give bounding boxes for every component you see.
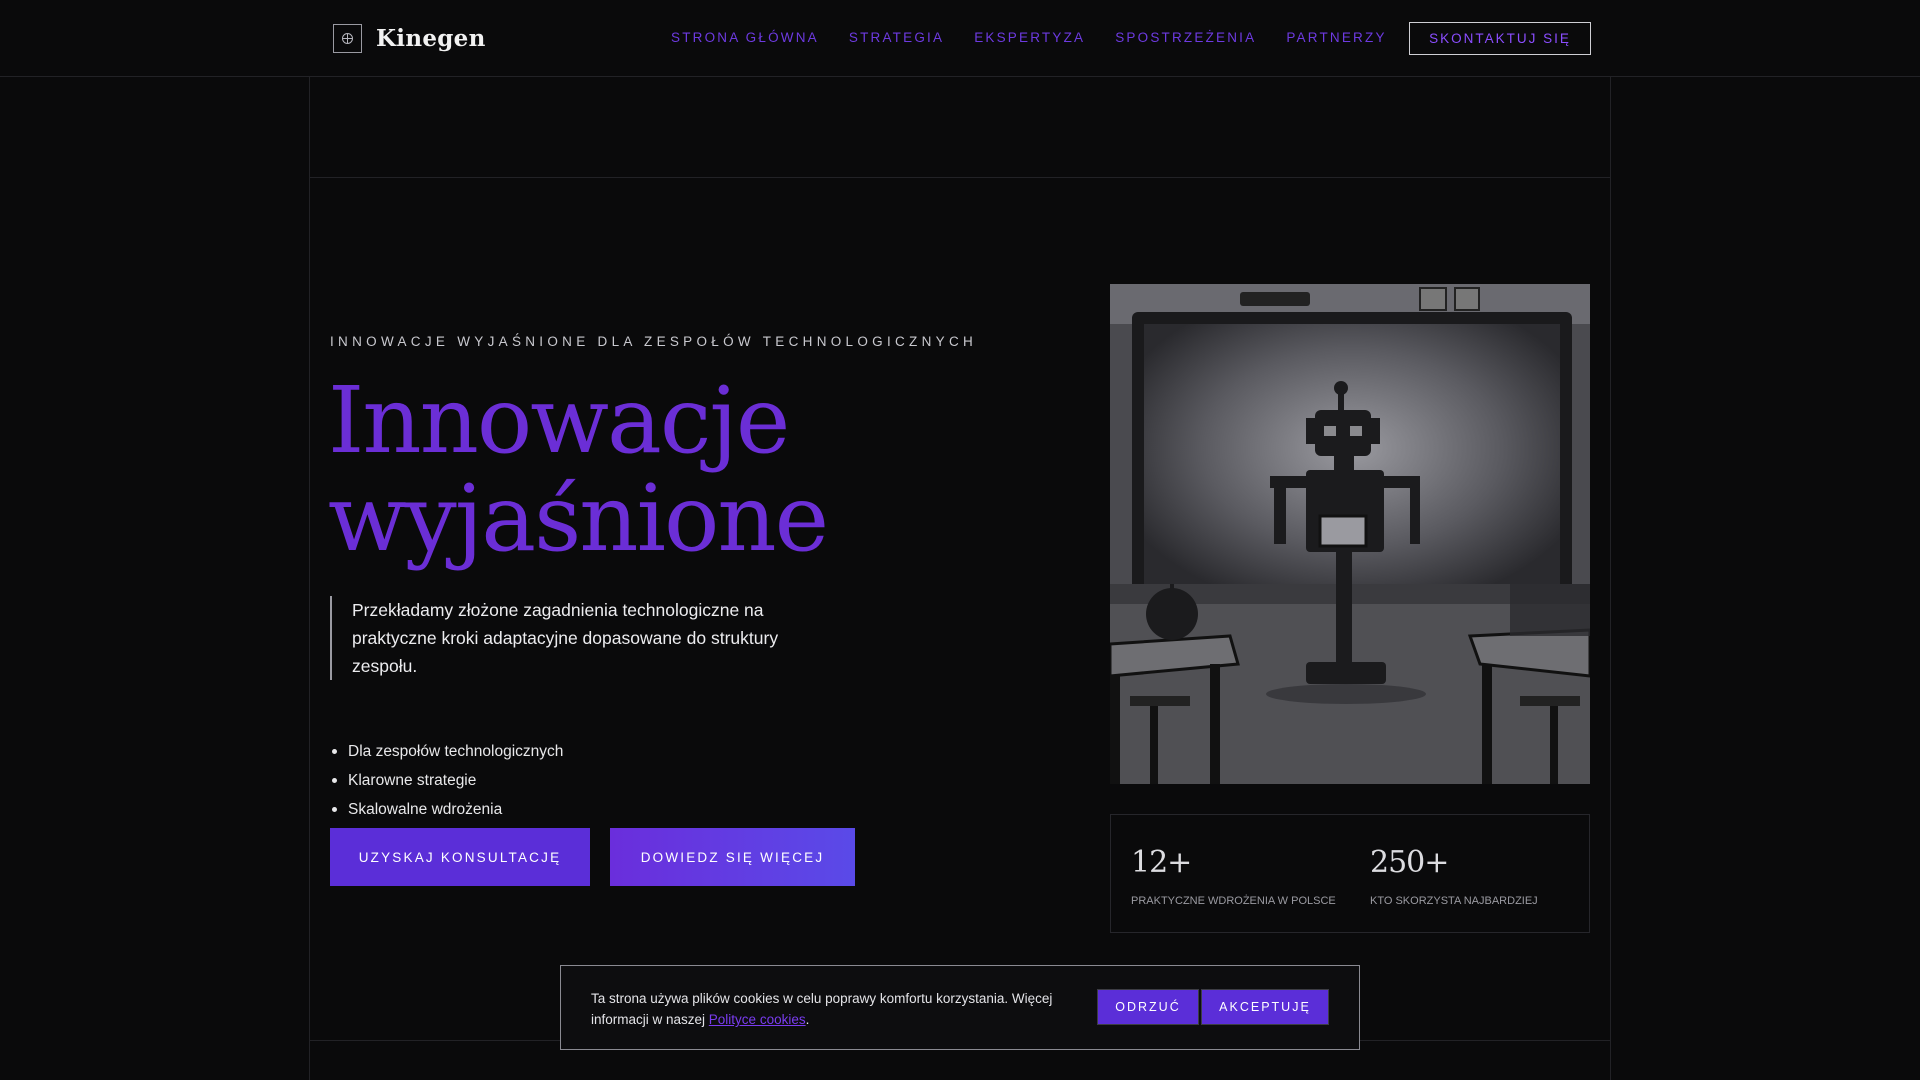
cookie-banner: Ta strona używa plików cookies w celu po… (560, 965, 1360, 1050)
logo-mark-icon (333, 23, 362, 53)
brand-name: Kinegen (376, 24, 486, 52)
cookie-message: Ta strona używa plików cookies w celu po… (591, 988, 1071, 1030)
hero-title: Innowacje wyjaśnione (328, 367, 829, 572)
stat-label: PRAKTYCZNE WDROŻENIA W POLSCE (1131, 895, 1336, 907)
hero-illustration (1110, 284, 1590, 784)
stats-panel: 12+ PRAKTYCZNE WDROŻENIA W POLSCE 250+ K… (1110, 814, 1590, 933)
contact-button[interactable]: SKONTAKTUJ SIĘ (1409, 22, 1591, 55)
consultation-button[interactable]: UZYSKAJ KONSULTACJĘ (330, 828, 590, 886)
stat-label: KTO SKORZYSTA NAJBARDZIEJ (1370, 895, 1538, 907)
nav-expertise[interactable]: EKSPERTYZA (974, 30, 1085, 45)
hero-bullet-list: Dla zespołów technologicznych Klarowne s… (330, 737, 563, 824)
cookie-policy-link[interactable]: Polityce cookies (709, 1012, 806, 1027)
section-divider-top (309, 177, 1611, 178)
list-item: Klarowne strategie (330, 766, 563, 795)
stat-value: 12+ (1131, 845, 1192, 880)
nav-partners[interactable]: PARTNERZY (1286, 30, 1386, 45)
main-nav: STRONA GŁÓWNA STRATEGIA EKSPERTYZA SPOST… (671, 30, 1387, 45)
list-item: Dla zespołów technologicznych (330, 737, 563, 766)
hero-eyebrow: INNOWACJE WYJAŚNIONE DLA ZESPOŁÓW TECHNO… (330, 334, 978, 349)
list-item: Skalowalne wdrożenia (330, 795, 563, 824)
hero-title-line-1: Innowacje (328, 367, 790, 474)
cookie-text-start: Ta strona używa plików cookies w celu po… (591, 991, 1053, 1027)
stat-value: 250+ (1370, 845, 1449, 880)
stat-beneficiaries: 250+ KTO SKORZYSTA NAJBARDZIEJ (1350, 815, 1589, 932)
hero-lede: Przekładamy złożone zagadnienia technolo… (330, 596, 830, 680)
cookie-decline-button[interactable]: ODRZUĆ (1097, 989, 1199, 1025)
cookie-text-end: . (805, 1012, 810, 1027)
frame-right-line (1610, 77, 1611, 1080)
frame-left-line (309, 77, 310, 1080)
learn-more-button[interactable]: DOWIEDZ SIĘ WIĘCEJ (610, 828, 855, 886)
site-header: Kinegen STRONA GŁÓWNA STRATEGIA EKSPERTY… (0, 0, 1920, 77)
nav-insights[interactable]: SPOSTRZEŻENIA (1115, 30, 1256, 45)
nav-strategy[interactable]: STRATEGIA (849, 30, 944, 45)
stat-deployments: 12+ PRAKTYCZNE WDROŻENIA W POLSCE (1111, 815, 1350, 932)
brand-logo[interactable]: Kinegen (333, 23, 486, 53)
cookie-accept-button[interactable]: AKCEPTUJĘ (1201, 989, 1329, 1025)
hero-title-line-2: wyjaśnione (328, 465, 829, 572)
nav-home[interactable]: STRONA GŁÓWNA (671, 30, 819, 45)
